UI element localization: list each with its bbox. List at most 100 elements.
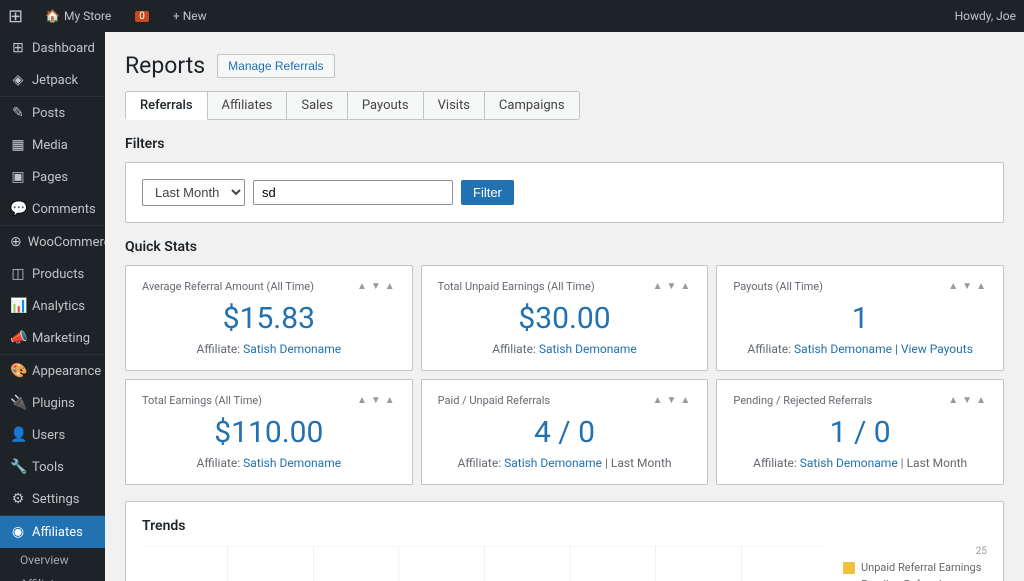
media-icon: ▦ bbox=[10, 137, 26, 153]
sidebar-item-media[interactable]: ▦ Media bbox=[0, 129, 105, 161]
stat-title-total: Total Earnings (All Time) bbox=[142, 394, 262, 407]
chart-container bbox=[142, 546, 827, 581]
sidebar-item-dashboard[interactable]: ⊞ Dashboard bbox=[0, 32, 105, 64]
chevron-up-icon[interactable]: ▲ bbox=[947, 281, 959, 292]
sidebar-item-affiliates[interactable]: ◉ Affiliates bbox=[0, 516, 105, 548]
sidebar-item-marketing[interactable]: 📣 Marketing bbox=[0, 322, 105, 354]
stat-affiliate-unpaid: Affiliate: Satish Demoname bbox=[438, 342, 692, 356]
chevron-up-icon[interactable]: ▲ bbox=[947, 395, 959, 406]
stat-card-paid-unpaid: Paid / Unpaid Referrals ▲ ▼ ▲ 4 / 0 Affi… bbox=[421, 379, 709, 485]
tab-payouts[interactable]: Payouts bbox=[347, 91, 424, 120]
expand-icon[interactable]: ▲ bbox=[679, 281, 691, 292]
sidebar-item-analytics[interactable]: 📊 Analytics bbox=[0, 290, 105, 322]
new-button[interactable]: + New bbox=[167, 9, 213, 23]
site-name[interactable]: 🏠 My Store bbox=[39, 9, 117, 23]
chevron-down-icon[interactable]: ▼ bbox=[666, 281, 678, 292]
chart-area: 25 Unpaid Referral Earnings Pending Refe… bbox=[142, 546, 987, 581]
stat-value-paid-unpaid: 4 / 0 bbox=[438, 415, 692, 450]
tab-campaigns[interactable]: Campaigns bbox=[484, 91, 580, 120]
legend-color-unpaid bbox=[843, 562, 855, 574]
manage-referrals-button[interactable]: Manage Referrals bbox=[217, 54, 334, 78]
stat-controls-4: ▲ ▼ ▲ bbox=[652, 395, 692, 406]
sidebar-item-appearance[interactable]: 🎨 Appearance bbox=[0, 355, 105, 387]
comments-icon: 💬 bbox=[10, 201, 26, 217]
tools-icon: 🔧 bbox=[10, 459, 26, 475]
affiliate-link-2[interactable]: Satish Demoname bbox=[794, 342, 892, 356]
jetpack-icon: ◈ bbox=[10, 72, 26, 88]
stat-affiliate-total: Affiliate: Satish Demoname bbox=[142, 456, 396, 470]
period-select[interactable]: Last Month This Month Last Year All Time bbox=[142, 179, 245, 206]
sidebar-item-jetpack[interactable]: ◈ Jetpack bbox=[0, 64, 105, 96]
affiliate-link-0[interactable]: Satish Demoname bbox=[243, 342, 341, 356]
page-header: Reports Manage Referrals bbox=[125, 52, 1004, 79]
expand-icon[interactable]: ▲ bbox=[975, 281, 987, 292]
sidebar-item-settings[interactable]: ⚙ Settings bbox=[0, 483, 105, 515]
chevron-down-icon[interactable]: ▼ bbox=[370, 281, 382, 292]
expand-icon[interactable]: ▲ bbox=[679, 395, 691, 406]
sidebar-item-woocommerce[interactable]: ⊕ WooCommerce bbox=[0, 226, 105, 258]
marketing-icon: 📣 bbox=[10, 330, 26, 346]
top-bar: ⊞ 🏠 My Store 0 + New Howdy, Joe bbox=[0, 0, 1024, 32]
expand-icon[interactable]: ▲ bbox=[384, 395, 396, 406]
stat-value-payouts: 1 bbox=[733, 301, 987, 336]
users-icon: 👤 bbox=[10, 427, 26, 443]
chevron-down-icon[interactable]: ▼ bbox=[666, 395, 678, 406]
sidebar-item-plugins[interactable]: 🔌 Plugins bbox=[0, 387, 105, 419]
stat-title-paid-unpaid: Paid / Unpaid Referrals bbox=[438, 394, 550, 407]
page-title: Reports bbox=[125, 52, 205, 79]
report-tabs: Referrals Affiliates Sales Payouts Visit… bbox=[125, 91, 1004, 120]
affiliate-link-1[interactable]: Satish Demoname bbox=[539, 342, 637, 356]
stat-controls-2: ▲ ▼ ▲ bbox=[947, 281, 987, 292]
stats-grid: Average Referral Amount (All Time) ▲ ▼ ▲… bbox=[125, 265, 1004, 485]
quick-stats-title: Quick Stats bbox=[125, 239, 1004, 255]
sidebar-item-posts[interactable]: ✎ Posts bbox=[0, 97, 105, 129]
stat-affiliate-payouts: Affiliate: Satish Demoname | View Payout… bbox=[733, 342, 987, 356]
chevron-up-icon[interactable]: ▲ bbox=[652, 395, 664, 406]
chevron-up-icon[interactable]: ▲ bbox=[356, 281, 368, 292]
chevron-down-icon[interactable]: ▼ bbox=[370, 395, 382, 406]
filter-button[interactable]: Filter bbox=[461, 180, 514, 205]
chevron-up-icon[interactable]: ▲ bbox=[356, 395, 368, 406]
sidebar-item-products[interactable]: ◫ Products bbox=[0, 258, 105, 290]
chevron-up-icon[interactable]: ▲ bbox=[652, 281, 664, 292]
settings-icon: ⚙ bbox=[10, 491, 26, 507]
stat-title-payouts: Payouts (All Time) bbox=[733, 280, 823, 293]
stat-value-pending: 1 / 0 bbox=[733, 415, 987, 450]
sidebar-sub-affiliates[interactable]: Affiliates bbox=[0, 572, 105, 581]
stat-controls-5: ▲ ▼ ▲ bbox=[947, 395, 987, 406]
stat-card-avg-referral: Average Referral Amount (All Time) ▲ ▼ ▲… bbox=[125, 265, 413, 371]
stat-card-total-earnings: Total Earnings (All Time) ▲ ▼ ▲ $110.00 … bbox=[125, 379, 413, 485]
filters-section: Filters Last Month This Month Last Year … bbox=[125, 136, 1004, 223]
wp-logo-icon: ⊞ bbox=[8, 6, 23, 27]
sidebar-item-comments[interactable]: 💬 Comments bbox=[0, 193, 105, 225]
chevron-down-icon[interactable]: ▼ bbox=[961, 395, 973, 406]
view-payouts-link[interactable]: | View Payouts bbox=[895, 342, 973, 356]
posts-icon: ✎ bbox=[10, 105, 26, 121]
sidebar-item-users[interactable]: 👤 Users bbox=[0, 419, 105, 451]
affiliate-link-4[interactable]: Satish Demoname bbox=[504, 456, 602, 470]
main-content: Reports Manage Referrals Referrals Affil… bbox=[105, 32, 1024, 581]
sidebar-sub-overview[interactable]: Overview bbox=[0, 548, 105, 572]
sidebar-item-pages[interactable]: ▣ Pages bbox=[0, 161, 105, 193]
legend-item-unpaid: Unpaid Referral Earnings bbox=[843, 561, 987, 574]
stat-card-unpaid-earnings: Total Unpaid Earnings (All Time) ▲ ▼ ▲ $… bbox=[421, 265, 709, 371]
tab-referrals[interactable]: Referrals bbox=[125, 91, 208, 120]
pages-icon: ▣ bbox=[10, 169, 26, 185]
chart-legend: 25 Unpaid Referral Earnings Pending Refe… bbox=[827, 546, 987, 581]
tab-affiliates[interactable]: Affiliates bbox=[207, 91, 288, 120]
stat-value-unpaid: $30.00 bbox=[438, 301, 692, 336]
trends-title: Trends bbox=[142, 518, 987, 534]
expand-icon[interactable]: ▲ bbox=[384, 281, 396, 292]
sidebar: ⊞ Dashboard ◈ Jetpack ✎ Posts ▦ Media ▣ … bbox=[0, 32, 105, 581]
expand-icon[interactable]: ▲ bbox=[975, 395, 987, 406]
tab-visits[interactable]: Visits bbox=[423, 91, 485, 120]
stat-controls: ▲ ▼ ▲ bbox=[356, 281, 396, 292]
stat-controls-1: ▲ ▼ ▲ bbox=[652, 281, 692, 292]
sidebar-item-tools[interactable]: 🔧 Tools bbox=[0, 451, 105, 483]
comments-count[interactable]: 0 bbox=[129, 11, 155, 22]
search-input[interactable] bbox=[253, 180, 453, 205]
tab-sales[interactable]: Sales bbox=[286, 91, 348, 120]
affiliate-link-3[interactable]: Satish Demoname bbox=[243, 456, 341, 470]
affiliate-link-5[interactable]: Satish Demoname bbox=[800, 456, 898, 470]
chevron-down-icon[interactable]: ▼ bbox=[961, 281, 973, 292]
